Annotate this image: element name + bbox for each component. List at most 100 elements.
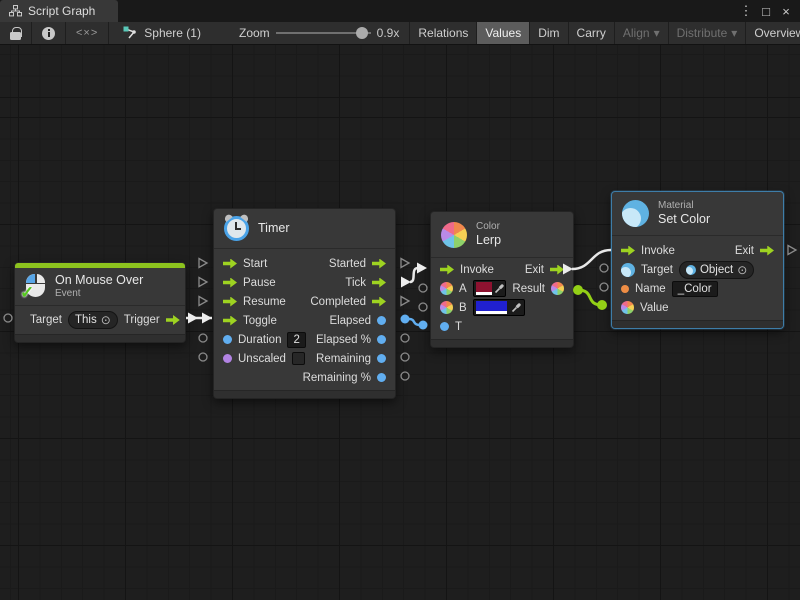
color-b-swatch[interactable] xyxy=(476,301,507,311)
color-b-field[interactable] xyxy=(473,299,525,316)
maximize-icon[interactable]: □ xyxy=(758,4,774,19)
port-connector-setcolor-exit[interactable] xyxy=(788,246,796,255)
color-a-swatch[interactable] xyxy=(476,282,493,292)
flow-arrow-icon[interactable] xyxy=(223,259,237,269)
overview-button[interactable]: Overview xyxy=(746,22,800,44)
float-port-icon[interactable] xyxy=(440,322,449,331)
float-port-icon[interactable] xyxy=(377,335,386,344)
target-this-selector[interactable]: This ⊙ xyxy=(68,311,118,329)
object-picker-icon[interactable]: ⊙ xyxy=(737,263,747,277)
wire-result-value[interactable] xyxy=(578,290,602,305)
flow-arrow-icon[interactable] xyxy=(372,297,386,307)
flow-arrow-icon[interactable] xyxy=(550,265,564,275)
target-port-label: Target xyxy=(30,314,62,326)
remaining-port-label: Remaining xyxy=(316,353,371,365)
flow-arrow-icon[interactable] xyxy=(440,265,454,275)
port-connector-toggle-in[interactable] xyxy=(202,313,212,324)
flow-arrow-icon[interactable] xyxy=(372,278,386,288)
material-port-icon[interactable] xyxy=(621,263,635,277)
node-timer[interactable]: Timer Start Started Pause Tick Resume Co… xyxy=(213,208,396,399)
port-connector-trigger-out[interactable] xyxy=(188,313,198,324)
wire-elapsed-t[interactable] xyxy=(409,319,420,325)
align-dropdown[interactable]: Align ▾ xyxy=(615,22,669,44)
port-connector-remaining[interactable] xyxy=(401,353,409,361)
color-port-icon[interactable] xyxy=(551,282,564,295)
close-icon[interactable]: × xyxy=(778,4,794,19)
dim-button[interactable]: Dim xyxy=(530,22,568,44)
name-input[interactable]: _Color xyxy=(672,281,718,297)
eyedropper-icon[interactable] xyxy=(509,302,524,313)
wire-tick-invoke[interactable] xyxy=(410,268,418,282)
port-connector-elapsed-pct[interactable] xyxy=(401,334,409,342)
carry-button[interactable]: Carry xyxy=(569,22,615,44)
zoom-slider[interactable] xyxy=(276,32,371,34)
port-connector-started[interactable] xyxy=(401,259,409,268)
t-port-label: T xyxy=(455,321,462,333)
flow-arrow-icon[interactable] xyxy=(372,259,386,269)
port-connector-resume[interactable] xyxy=(199,297,207,306)
relations-button[interactable]: Relations xyxy=(410,22,477,44)
lock-button[interactable] xyxy=(0,22,32,44)
flow-arrow-icon[interactable] xyxy=(223,278,237,288)
target-object-selector[interactable]: Object ⊙ xyxy=(679,261,754,279)
distribute-dropdown[interactable]: Distribute ▾ xyxy=(669,22,747,44)
port-connector-duration[interactable] xyxy=(199,334,207,342)
zoom-slider-handle[interactable] xyxy=(356,27,368,39)
target-port-label: Target xyxy=(641,264,673,276)
port-connector-value-in[interactable] xyxy=(597,300,607,310)
node-set-color[interactable]: Material Set Color Invoke Exit Target Ob… xyxy=(611,191,784,329)
color-port-icon[interactable] xyxy=(621,301,634,314)
port-connector-omo-target[interactable] xyxy=(4,314,12,322)
info-button[interactable] xyxy=(32,22,66,44)
flow-arrow-icon[interactable] xyxy=(166,315,180,325)
node-footer xyxy=(431,339,573,347)
color-port-icon[interactable] xyxy=(440,301,453,314)
eyedropper-icon[interactable] xyxy=(494,283,505,294)
port-connector-lerp-b[interactable] xyxy=(419,303,427,311)
color-port-icon[interactable] xyxy=(440,282,453,295)
port-connector-setcolor-target[interactable] xyxy=(600,264,608,272)
port-connector-t-in[interactable] xyxy=(419,321,428,330)
graph-canvas[interactable]: ✓ On Mouse Over Event Target This ⊙ Trig… xyxy=(0,45,800,600)
bool-port-icon[interactable] xyxy=(223,354,232,363)
more-menu-icon[interactable]: ⋮ xyxy=(738,3,754,19)
flow-arrow-icon[interactable] xyxy=(760,246,774,256)
port-connector-lerp-a[interactable] xyxy=(419,284,427,292)
duration-input[interactable]: 2 xyxy=(287,332,305,348)
port-connector-elapsed-out[interactable] xyxy=(401,315,410,324)
port-connector-completed[interactable] xyxy=(401,297,409,306)
node-footer xyxy=(214,390,395,398)
tab-script-graph[interactable]: Script Graph xyxy=(0,0,118,22)
node-on-mouse-over[interactable]: ✓ On Mouse Over Event Target This ⊙ Trig… xyxy=(14,262,186,343)
float-port-icon[interactable] xyxy=(377,354,386,363)
node-color-lerp[interactable]: Color Lerp Invoke Exit A xyxy=(430,211,574,348)
port-connector-unscaled[interactable] xyxy=(199,353,207,361)
float-port-icon[interactable] xyxy=(377,316,386,325)
float-port-icon[interactable] xyxy=(223,335,232,344)
code-preview-button[interactable]: <×> xyxy=(66,22,109,44)
unscaled-checkbox[interactable] xyxy=(292,352,305,365)
flow-arrow-icon[interactable] xyxy=(223,297,237,307)
string-port-icon[interactable] xyxy=(621,285,629,293)
port-connector-lerp-invoke-in[interactable] xyxy=(417,263,427,274)
color-a-field[interactable] xyxy=(473,280,507,297)
port-connector-result-out[interactable] xyxy=(573,285,583,295)
zoom-label: Zoom xyxy=(239,26,270,40)
material-icon xyxy=(622,200,649,227)
port-row: Invoke Exit xyxy=(440,260,564,279)
values-button[interactable]: Values xyxy=(477,22,530,44)
port-connector-pause[interactable] xyxy=(199,278,207,287)
graph-pointer[interactable]: Sphere (1) xyxy=(109,22,211,44)
wire-exit-invoke[interactable] xyxy=(572,250,611,269)
port-connector-remaining-pct[interactable] xyxy=(401,372,409,380)
object-picker-icon[interactable]: ⊙ xyxy=(101,313,111,327)
remaining-pct-port-label: Remaining % xyxy=(303,372,371,384)
port-connector-tick-out[interactable] xyxy=(401,277,411,288)
color-wheel-icon xyxy=(441,222,467,248)
port-connector-start[interactable] xyxy=(199,259,207,268)
float-port-icon[interactable] xyxy=(377,373,386,382)
flow-arrow-icon[interactable] xyxy=(223,316,237,326)
node-header: Color Lerp xyxy=(431,212,573,258)
port-connector-setcolor-name[interactable] xyxy=(600,283,608,291)
flow-arrow-icon[interactable] xyxy=(621,246,635,256)
